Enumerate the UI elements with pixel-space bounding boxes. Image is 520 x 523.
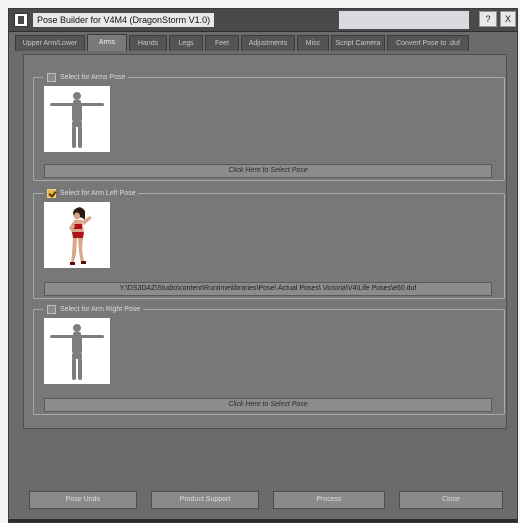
window-title: Pose Builder for V4M4 (DragonStorm V1.0) bbox=[33, 13, 215, 27]
arm-right-pose-legend: Select for Arm Right Pose bbox=[44, 303, 144, 315]
tab-convert-pose[interactable]: Convert Pose to .duf bbox=[387, 35, 469, 51]
arm-right-pose-group: Select for Arm Right Pose Click Here to … bbox=[33, 303, 505, 415]
tab-bar: Upper Arm/Lower Arms Hands Legs Feet Adj… bbox=[15, 34, 511, 51]
arms-pose-select-button[interactable]: Click Here to Select Pose bbox=[44, 164, 492, 178]
product-support-button[interactable]: Product Support bbox=[151, 491, 259, 509]
tpose-figure-icon bbox=[50, 324, 104, 380]
tpose-figure-icon bbox=[50, 92, 104, 148]
tab-adjustments[interactable]: Adjustments bbox=[241, 35, 295, 51]
arms-pose-group: Select for Arms Pose Click Here to Selec… bbox=[33, 71, 505, 181]
posed-woman-icon bbox=[69, 207, 92, 265]
close-window-button[interactable]: X bbox=[500, 11, 516, 27]
tab-script-camera[interactable]: Script Camera bbox=[331, 35, 385, 51]
tab-feet[interactable]: Feet bbox=[205, 35, 239, 51]
arm-right-pose-checkbox[interactable] bbox=[47, 304, 56, 314]
arms-pose-thumbnail bbox=[44, 86, 110, 152]
bottom-button-bar: Pose Undo Product Support Process Close bbox=[23, 491, 509, 511]
tab-hands[interactable]: Hands bbox=[129, 35, 167, 51]
tab-arms[interactable]: Arms bbox=[87, 34, 127, 51]
title-glow bbox=[339, 11, 469, 29]
title-bar[interactable]: Pose Builder for V4M4 (DragonStorm V1.0)… bbox=[9, 9, 517, 32]
arms-pose-checkbox[interactable] bbox=[47, 72, 56, 82]
arms-pose-legend: Select for Arms Pose bbox=[44, 71, 129, 83]
bottom-edge bbox=[9, 519, 517, 522]
arm-left-pose-legend: Select for Arm Left Pose bbox=[44, 187, 139, 199]
close-button[interactable]: Close bbox=[399, 491, 503, 509]
arm-right-pose-thumbnail bbox=[44, 318, 110, 384]
tab-misc[interactable]: Misc bbox=[297, 35, 329, 51]
process-button[interactable]: Process bbox=[273, 491, 385, 509]
arm-left-pose-label: Select for Arm Left Pose bbox=[60, 189, 136, 197]
arm-left-pose-path-button[interactable]: Y:\DS3DAZ\Studio\content\Runtime\librari… bbox=[44, 282, 492, 296]
arm-left-pose-checkbox[interactable] bbox=[47, 188, 56, 198]
tab-legs[interactable]: Legs bbox=[169, 35, 203, 51]
tab-upper-arm-lower[interactable]: Upper Arm/Lower bbox=[15, 35, 85, 51]
pose-undo-button[interactable]: Pose Undo bbox=[29, 491, 137, 509]
arm-right-pose-label: Select for Arm Right Pose bbox=[60, 305, 141, 313]
arm-right-pose-select-button[interactable]: Click Here to Select Pose bbox=[44, 398, 492, 412]
help-button[interactable]: ? bbox=[479, 11, 497, 27]
arms-pose-label: Select for Arms Pose bbox=[60, 73, 126, 81]
arm-left-pose-thumbnail bbox=[44, 202, 110, 268]
app-icon bbox=[14, 13, 28, 27]
pose-builder-window: Pose Builder for V4M4 (DragonStorm V1.0)… bbox=[8, 8, 518, 523]
arm-left-pose-group: Select for Arm Left Pose Y:\DS3DAZ\Studi… bbox=[33, 187, 505, 299]
